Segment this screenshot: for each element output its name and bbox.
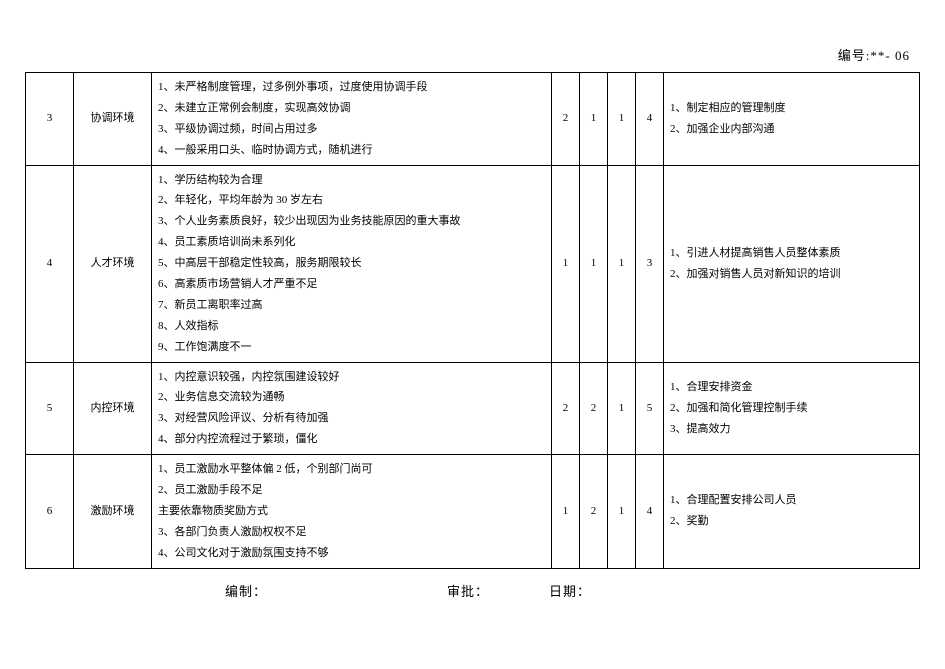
- score-cell: 4: [636, 455, 664, 568]
- document-number: 编号:**- 06: [25, 45, 920, 64]
- score-cell: 1: [608, 362, 636, 455]
- description-line: 9、工作饱满度不一: [158, 337, 545, 358]
- footer-approved: 审批：: [447, 581, 489, 600]
- description-line: 2、员工激励手段不足: [158, 480, 545, 501]
- score-cell: 5: [636, 362, 664, 455]
- score-cell: 1: [608, 165, 636, 362]
- row-index: 6: [26, 455, 74, 568]
- description-line: 8、人效指标: [158, 316, 545, 337]
- measure-line: 1、制定相应的管理制度: [670, 98, 913, 119]
- row-category: 内控环境: [74, 362, 152, 455]
- row-descriptions: 1、学历结构较为合理2、年轻化，平均年龄为 30 岁左右3、个人业务素质良好，较…: [152, 165, 552, 362]
- score-cell: 4: [636, 73, 664, 166]
- score-cell: 3: [636, 165, 664, 362]
- description-line: 5、中高层干部稳定性较高，服务期限较长: [158, 253, 545, 274]
- description-line: 7、新员工离职率过高: [158, 295, 545, 316]
- description-line: 4、一般采用口头、临时协调方式，随机进行: [158, 140, 545, 161]
- row-measures: 1、制定相应的管理制度2、加强企业内部沟通: [664, 73, 920, 166]
- description-line: 主要依靠物质奖励方式: [158, 501, 545, 522]
- score-cell: 2: [580, 455, 608, 568]
- assessment-table: 3协调环境1、未严格制度管理，过多例外事项，过度使用协调手段2、未建立正常例会制…: [25, 72, 920, 569]
- description-line: 3、对经营风险评议、分析有待加强: [158, 408, 545, 429]
- score-cell: 1: [552, 455, 580, 568]
- footer-line: 编制： 审批： 日期：: [25, 581, 920, 600]
- table-row: 4人才环境1、学历结构较为合理2、年轻化，平均年龄为 30 岁左右3、个人业务素…: [26, 165, 920, 362]
- row-descriptions: 1、内控意识较强，内控氛围建设较好2、业务信息交流较为通畅3、对经营风险评议、分…: [152, 362, 552, 455]
- description-line: 1、学历结构较为合理: [158, 170, 545, 191]
- description-line: 1、内控意识较强，内控氛围建设较好: [158, 367, 545, 388]
- table-row: 3协调环境1、未严格制度管理，过多例外事项，过度使用协调手段2、未建立正常例会制…: [26, 73, 920, 166]
- description-line: 3、平级协调过频，时间占用过多: [158, 119, 545, 140]
- row-category: 激励环境: [74, 455, 152, 568]
- row-index: 3: [26, 73, 74, 166]
- score-cell: 2: [552, 73, 580, 166]
- row-descriptions: 1、员工激励水平整体偏 2 低，个别部门尚可2、员工激励手段不足主要依靠物质奖励…: [152, 455, 552, 568]
- row-measures: 1、合理配置安排公司人员2、奖勤: [664, 455, 920, 568]
- row-measures: 1、引进人材提高销售人员整体素质2、加强对销售人员对新知识的培训: [664, 165, 920, 362]
- description-line: 3、各部门负责人激励权权不足: [158, 522, 545, 543]
- measure-line: 2、加强和简化管理控制手续: [670, 398, 913, 419]
- description-line: 2、年轻化，平均年龄为 30 岁左右: [158, 190, 545, 211]
- measure-line: 1、合理配置安排公司人员: [670, 490, 913, 511]
- description-line: 4、公司文化对于激励氛围支持不够: [158, 543, 545, 564]
- row-measures: 1、合理安排资金2、加强和简化管理控制手续3、提高效力: [664, 362, 920, 455]
- description-line: 2、未建立正常例会制度，实现高效协调: [158, 98, 545, 119]
- measure-line: 3、提高效力: [670, 419, 913, 440]
- score-cell: 1: [608, 73, 636, 166]
- measure-line: 1、合理安排资金: [670, 377, 913, 398]
- score-cell: 1: [552, 165, 580, 362]
- measure-line: 2、加强企业内部沟通: [670, 119, 913, 140]
- table-row: 6激励环境1、员工激励水平整体偏 2 低，个别部门尚可2、员工激励手段不足主要依…: [26, 455, 920, 568]
- row-index: 4: [26, 165, 74, 362]
- footer-prepared: 编制：: [225, 581, 267, 600]
- description-line: 1、未严格制度管理，过多例外事项，过度使用协调手段: [158, 77, 545, 98]
- score-cell: 1: [580, 165, 608, 362]
- measure-line: 1、引进人材提高销售人员整体素质: [670, 243, 913, 264]
- description-line: 6、高素质市场营销人才严重不足: [158, 274, 545, 295]
- description-line: 4、员工素质培训尚未系列化: [158, 232, 545, 253]
- row-category: 协调环境: [74, 73, 152, 166]
- description-line: 3、个人业务素质良好，较少出现因为业务技能原因的重大事故: [158, 211, 545, 232]
- measure-line: 2、加强对销售人员对新知识的培训: [670, 264, 913, 285]
- score-cell: 1: [580, 73, 608, 166]
- footer-date: 日期：: [549, 581, 591, 600]
- description-line: 1、员工激励水平整体偏 2 低，个别部门尚可: [158, 459, 545, 480]
- score-cell: 1: [608, 455, 636, 568]
- score-cell: 2: [552, 362, 580, 455]
- row-descriptions: 1、未严格制度管理，过多例外事项，过度使用协调手段2、未建立正常例会制度，实现高…: [152, 73, 552, 166]
- table-row: 5内控环境1、内控意识较强，内控氛围建设较好2、业务信息交流较为通畅3、对经营风…: [26, 362, 920, 455]
- row-category: 人才环境: [74, 165, 152, 362]
- row-index: 5: [26, 362, 74, 455]
- measure-line: 2、奖勤: [670, 511, 913, 532]
- description-line: 2、业务信息交流较为通畅: [158, 387, 545, 408]
- score-cell: 2: [580, 362, 608, 455]
- description-line: 4、部分内控流程过于繁琐，僵化: [158, 429, 545, 450]
